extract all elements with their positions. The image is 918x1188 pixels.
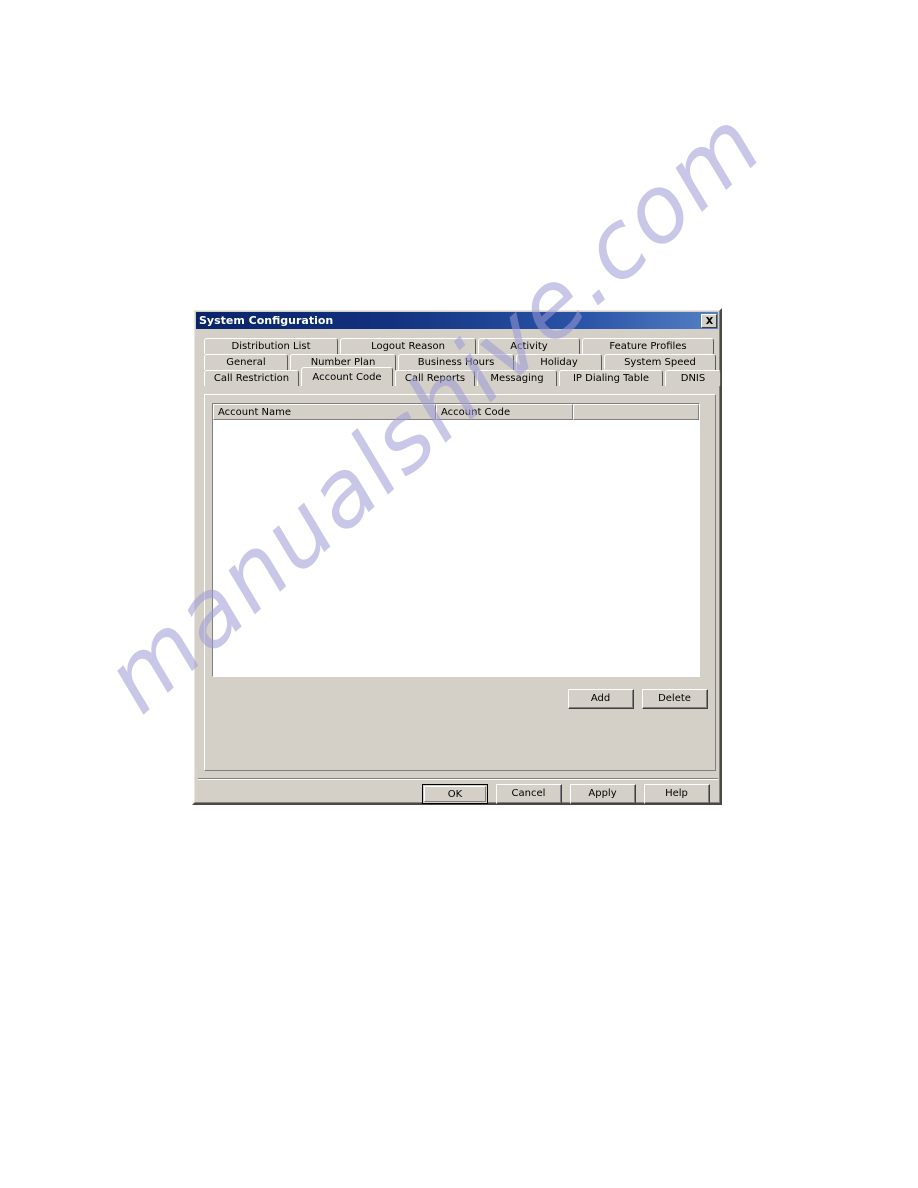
add-button-label: Add: [569, 690, 633, 708]
tab-label: Messaging: [490, 373, 544, 384]
delete-button-label: Delete: [643, 690, 707, 708]
tab-label: General: [226, 357, 266, 368]
tab-row-1: Distribution List Logout Reason Activity…: [204, 338, 716, 354]
help-button-label: Help: [645, 785, 709, 803]
column-header-account-code[interactable]: Account Code: [436, 404, 573, 420]
column-header-blank[interactable]: [573, 404, 699, 420]
dialog-titlebar: System Configuration: [196, 312, 718, 329]
tab-label: DNIS: [680, 373, 706, 384]
tab-call-reports[interactable]: Call Reports: [395, 370, 475, 386]
delete-button[interactable]: Delete: [642, 689, 708, 709]
tab-label: Activity: [510, 341, 548, 352]
tab-label: Feature Profiles: [609, 341, 687, 352]
apply-button-label: Apply: [571, 785, 635, 803]
tab-row-2: General Number Plan Business Hours Holid…: [204, 354, 716, 370]
tab-label: Account Code: [312, 371, 382, 383]
tab-general[interactable]: General: [204, 354, 288, 370]
column-header-label: Account Name: [218, 406, 292, 418]
close-icon: [705, 316, 714, 325]
tab-dnis[interactable]: DNIS: [665, 370, 721, 386]
close-button[interactable]: [701, 313, 717, 328]
add-button[interactable]: Add: [568, 689, 634, 709]
system-configuration-dialog: System Configuration Distribution List L…: [192, 308, 722, 805]
tab-system-speed[interactable]: System Speed: [604, 354, 716, 370]
tab-label: Call Reports: [404, 373, 466, 384]
cancel-button-label: Cancel: [497, 785, 561, 803]
listview-header: Account Name Account Code: [213, 404, 699, 420]
account-code-listview[interactable]: Account Name Account Code: [212, 403, 700, 677]
tab-strip: Distribution List Logout Reason Activity…: [204, 338, 721, 386]
tab-logout-reason[interactable]: Logout Reason: [340, 338, 476, 354]
tab-messaging[interactable]: Messaging: [477, 370, 557, 386]
account-code-tab-page: Account Name Account Code Add Delete: [204, 394, 716, 771]
tab-label: Business Hours: [417, 357, 495, 368]
tab-business-hours[interactable]: Business Hours: [398, 354, 514, 370]
tab-label: IP Dialing Table: [572, 373, 650, 384]
tab-activity[interactable]: Activity: [478, 338, 580, 354]
tab-label: Call Restriction: [213, 373, 290, 384]
column-header-account-name[interactable]: Account Name: [213, 404, 436, 420]
tab-label: Logout Reason: [371, 341, 445, 352]
dialog-footer-buttons: OK Cancel Apply Help: [422, 784, 710, 804]
tab-call-restriction[interactable]: Call Restriction: [204, 370, 299, 386]
help-button[interactable]: Help: [644, 784, 710, 804]
column-header-label: Account Code: [441, 406, 511, 418]
cancel-button[interactable]: Cancel: [496, 784, 562, 804]
tab-holiday[interactable]: Holiday: [516, 354, 602, 370]
ok-button-label: OK: [424, 786, 486, 802]
ok-button[interactable]: OK: [422, 784, 488, 804]
tab-label: System Speed: [624, 357, 696, 368]
tab-account-code[interactable]: Account Code: [301, 367, 393, 386]
dialog-title: System Configuration: [199, 314, 334, 327]
tab-row-3: Call Restriction Account Code Call Repor…: [204, 367, 721, 386]
tab-distribution-list[interactable]: Distribution List: [204, 338, 338, 354]
tab-ip-dialing-table[interactable]: IP Dialing Table: [559, 370, 663, 386]
tab-feature-profiles[interactable]: Feature Profiles: [582, 338, 714, 354]
tab-label: Distribution List: [231, 341, 311, 352]
listview-body[interactable]: [213, 420, 699, 676]
apply-button[interactable]: Apply: [570, 784, 636, 804]
tab-label: Holiday: [540, 357, 578, 368]
footer-separator: [198, 778, 718, 780]
